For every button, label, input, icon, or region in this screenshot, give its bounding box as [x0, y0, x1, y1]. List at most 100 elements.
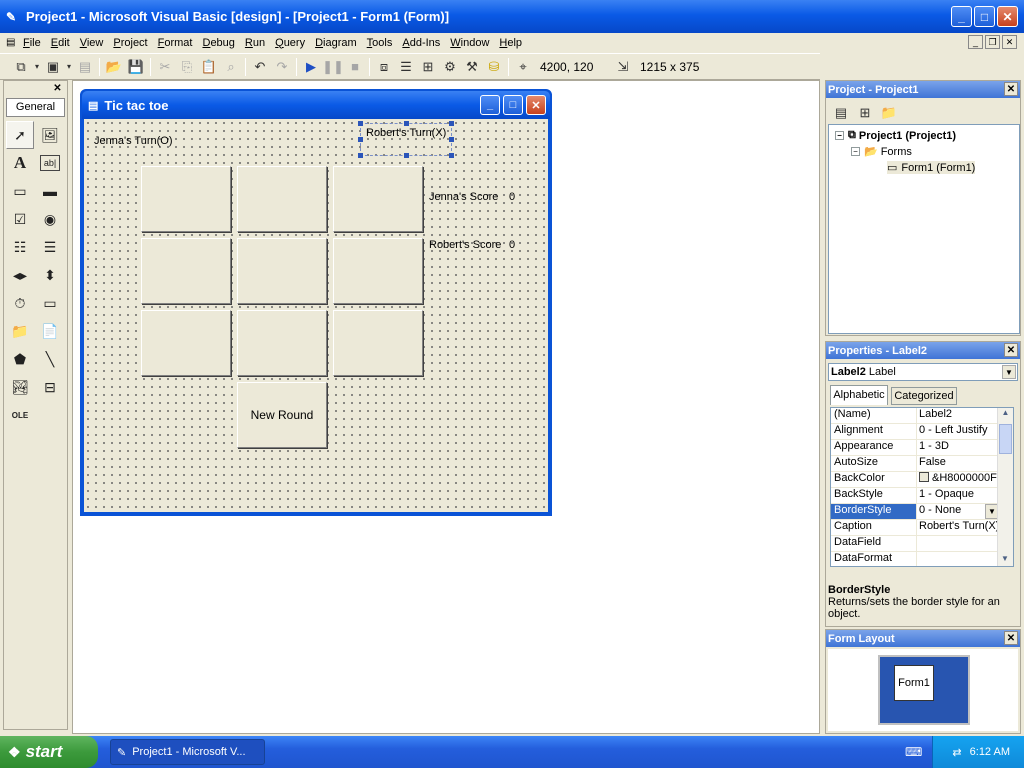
form-maximize-button[interactable]: □: [503, 95, 523, 115]
minimize-button[interactable]: _: [951, 6, 972, 27]
tree-root[interactable]: − ⧉ Project1 (Project1): [835, 129, 956, 142]
scroll-up-icon[interactable]: ▲: [998, 408, 1013, 422]
close-icon[interactable]: ✕: [1004, 82, 1018, 96]
menu-editor-icon[interactable]: ▤: [74, 56, 96, 78]
menu-diagram[interactable]: Diagram: [310, 37, 362, 49]
menu-addins[interactable]: Add-Ins: [397, 37, 445, 49]
prop-value[interactable]: 1 - Opaque: [917, 488, 999, 503]
robert-turn-label[interactable]: Robert's Turn(X): [366, 127, 446, 139]
paste-icon[interactable]: 📋: [198, 56, 220, 78]
jenna-turn-label[interactable]: Jenna's Turn(O): [94, 135, 173, 147]
menu-debug[interactable]: Debug: [197, 37, 239, 49]
board-cell[interactable]: [333, 310, 423, 376]
shape-icon[interactable]: ⬟: [6, 345, 34, 373]
collapse-icon[interactable]: −: [835, 131, 844, 140]
copy-icon[interactable]: ⎘: [176, 56, 198, 78]
cut-icon[interactable]: ✂: [154, 56, 176, 78]
menu-window[interactable]: Window: [445, 37, 494, 49]
dirlistbox-icon[interactable]: 📁: [6, 317, 34, 345]
resize-handle[interactable]: [449, 121, 454, 126]
chevron-down-icon[interactable]: ▾: [32, 56, 42, 78]
prop-row[interactable]: Alignment 0 - Left Justify: [831, 424, 999, 440]
network-icon[interactable]: ⇄: [952, 746, 961, 759]
menu-query[interactable]: Query: [270, 37, 310, 49]
frame-icon[interactable]: ▭: [6, 177, 34, 205]
prop-row[interactable]: BackColor &H8000000F: [831, 472, 999, 488]
view-code-icon[interactable]: ▤: [830, 102, 852, 124]
toggle-folders-icon[interactable]: 📁: [878, 102, 900, 124]
start-icon[interactable]: ▶: [300, 56, 322, 78]
board-cell[interactable]: [333, 166, 423, 232]
jenna-score-label[interactable]: Jenna's Score: [429, 191, 498, 203]
close-icon[interactable]: ✕: [1004, 343, 1018, 357]
prop-value[interactable]: 0 - None ▼: [917, 504, 999, 519]
scroll-thumb[interactable]: [999, 424, 1012, 454]
prop-row[interactable]: DataField: [831, 536, 999, 552]
jenna-score-value[interactable]: 0: [509, 191, 515, 203]
ole-icon[interactable]: OLE: [6, 401, 34, 429]
menu-help[interactable]: Help: [494, 37, 527, 49]
textbox-icon[interactable]: ab|: [40, 155, 60, 171]
board-cell[interactable]: [333, 238, 423, 304]
combobox-icon[interactable]: ☷: [6, 233, 34, 261]
open-icon[interactable]: 📂: [103, 56, 125, 78]
board-cell[interactable]: [141, 166, 231, 232]
start-button[interactable]: ❖ start: [0, 736, 98, 768]
menu-edit[interactable]: Edit: [46, 37, 75, 49]
taskbar-item-vb[interactable]: ✎ Project1 - Microsoft V...: [110, 739, 265, 765]
label-tool-icon[interactable]: A: [6, 149, 34, 177]
menu-tools[interactable]: Tools: [362, 37, 398, 49]
prop-row[interactable]: Caption Robert's Turn(X): [831, 520, 999, 536]
form-close-button[interactable]: ✕: [526, 95, 546, 115]
close-button[interactable]: ✕: [997, 6, 1018, 27]
save-icon[interactable]: 💾: [125, 56, 147, 78]
keyboard-icon[interactable]: ⌨: [905, 745, 922, 759]
prop-row[interactable]: BackStyle 1 - Opaque: [831, 488, 999, 504]
resize-handle[interactable]: [449, 137, 454, 142]
chevron-down-icon[interactable]: ▼: [1002, 365, 1016, 379]
tree-form1-item[interactable]: ▭ Form1 (Form1): [887, 161, 976, 174]
drivelistbox-icon[interactable]: ▭: [36, 289, 64, 317]
resize-handle[interactable]: [404, 153, 409, 158]
filelistbox-icon[interactable]: 📄: [36, 317, 64, 345]
resize-handle[interactable]: [358, 153, 363, 158]
break-icon[interactable]: ❚❚: [322, 56, 344, 78]
add-form-icon[interactable]: ▣: [42, 56, 64, 78]
close-icon[interactable]: ✕: [1004, 631, 1018, 645]
undo-icon[interactable]: ↶: [249, 56, 271, 78]
prop-value[interactable]: &H8000000F: [917, 472, 999, 487]
menu-view[interactable]: View: [75, 37, 109, 49]
robert-score-value[interactable]: 0: [509, 239, 515, 251]
maximize-button[interactable]: □: [974, 6, 995, 27]
board-cell[interactable]: [237, 310, 327, 376]
board-cell[interactable]: [237, 166, 327, 232]
image-icon[interactable]: 🏞: [6, 373, 34, 401]
prop-value[interactable]: Label2: [917, 408, 999, 423]
tree-forms-folder[interactable]: − 📂 Forms: [851, 145, 912, 158]
menu-file[interactable]: File: [18, 37, 46, 49]
toolbox-icon[interactable]: ⚒: [461, 56, 483, 78]
clock[interactable]: 6:12 AM: [970, 746, 1010, 758]
object-browser-icon[interactable]: ⚙: [439, 56, 461, 78]
form1-thumbnail[interactable]: Form1: [894, 665, 934, 701]
mdi-restore-button[interactable]: ❐: [985, 35, 1000, 49]
prop-row[interactable]: (Name) Label2: [831, 408, 999, 424]
prop-row[interactable]: Appearance 1 - 3D: [831, 440, 999, 456]
vertical-scrollbar[interactable]: ▲ ▼: [997, 408, 1013, 566]
resize-handle[interactable]: [449, 153, 454, 158]
prop-row-selected[interactable]: BorderStyle 0 - None ▼: [831, 504, 999, 520]
close-icon[interactable]: ✕: [51, 82, 64, 95]
commandbutton-icon[interactable]: ▬: [36, 177, 64, 205]
mdi-close-button[interactable]: ✕: [1002, 35, 1017, 49]
resize-handle[interactable]: [404, 121, 409, 126]
board-cell[interactable]: [141, 310, 231, 376]
stop-icon[interactable]: ■: [344, 56, 366, 78]
toolbox-tab-general[interactable]: General: [6, 98, 65, 117]
checkbox-icon[interactable]: ☑: [6, 205, 34, 233]
prop-value[interactable]: [917, 536, 999, 551]
prop-row[interactable]: AutoSize False: [831, 456, 999, 472]
hscrollbar-icon[interactable]: ◂▸: [6, 261, 34, 289]
board-cell[interactable]: [141, 238, 231, 304]
chevron-down-icon[interactable]: ▾: [64, 56, 74, 78]
form-client-area[interactable]: Jenna's Turn(O) Robert's Turn(X) New Rou…: [84, 119, 548, 512]
